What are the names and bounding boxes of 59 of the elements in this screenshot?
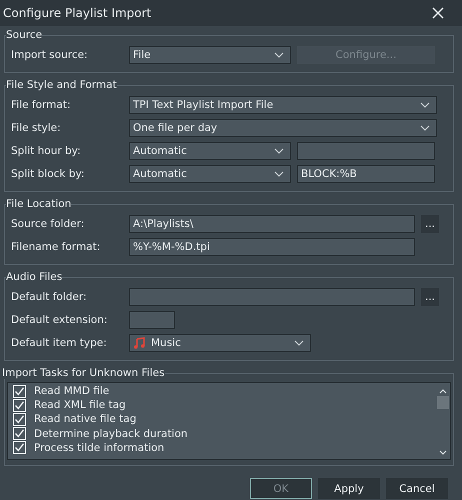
dropdown[interactable]: Music	[129, 334, 311, 352]
input-field[interactable]	[129, 288, 415, 306]
field-label: Split block by:	[11, 168, 86, 180]
field-label: Source folder:	[11, 218, 86, 230]
dropdown-value: Automatic	[133, 168, 188, 180]
group-title: File Style and Format	[6, 79, 117, 91]
task-item[interactable]: Process tilde information	[8, 440, 436, 455]
chevron-down-icon	[294, 340, 304, 346]
dropdown[interactable]: TPI Text Playlist Import File	[129, 96, 437, 114]
dialog-button[interactable]: Apply	[318, 478, 380, 499]
field-label: Import source:	[11, 48, 89, 60]
checkbox[interactable]	[13, 384, 26, 398]
browse-button[interactable]: ...	[421, 214, 439, 232]
input-field[interactable]: BLOCK:%B	[297, 164, 435, 182]
field-label: Filename format:	[11, 240, 102, 252]
task-item[interactable]: Read MMD file	[8, 384, 436, 398]
field-label: Split hour by:	[11, 144, 82, 156]
dropdown[interactable]: Automatic	[129, 164, 291, 182]
scroll-thumb[interactable]	[437, 396, 449, 409]
input-field[interactable]	[297, 142, 435, 160]
dropdown-value: One file per day	[133, 122, 218, 134]
chevron-down-icon	[274, 170, 284, 176]
music-note-icon	[133, 336, 145, 348]
dropdown[interactable]: File	[129, 46, 291, 64]
scroll-up-icon[interactable]	[439, 389, 447, 394]
field-label: File format:	[11, 98, 72, 110]
group-title: File Location	[6, 198, 72, 210]
scroll-down-icon[interactable]	[439, 450, 447, 455]
dropdown-value: Automatic	[133, 144, 188, 156]
dropdown-value: File	[133, 48, 152, 60]
task-item[interactable]: Read XML file tag	[8, 398, 436, 412]
chevron-down-icon	[420, 102, 430, 108]
dropdown-value: Music	[151, 336, 182, 348]
checkbox[interactable]	[13, 412, 26, 426]
field-label: File style:	[11, 122, 62, 134]
checkbox[interactable]	[13, 441, 26, 454]
close-icon[interactable]	[432, 7, 444, 19]
checkbox[interactable]	[13, 398, 26, 412]
chevron-down-icon	[274, 148, 284, 154]
dropdown[interactable]: Automatic	[129, 142, 291, 160]
chevron-down-icon	[274, 52, 284, 58]
dropdown-value: TPI Text Playlist Import File	[133, 98, 274, 110]
field-label: Default extension:	[11, 314, 108, 326]
group-title: Import Tasks for Unknown Files	[2, 367, 165, 379]
field-label: Default item type:	[11, 336, 108, 348]
window-title: Configure Playlist Import	[3, 6, 152, 20]
browse-button[interactable]: ...	[421, 288, 439, 306]
group-title: Audio Files	[6, 271, 62, 283]
task-item[interactable]: Read native file tag	[8, 412, 436, 427]
field-label: Default folder:	[11, 290, 88, 302]
dialog-button[interactable]: Cancel	[386, 478, 448, 499]
dropdown[interactable]: One file per day	[129, 118, 437, 136]
task-item[interactable]: Determine playback duration	[8, 426, 436, 441]
chevron-down-icon	[420, 124, 430, 130]
input-field[interactable]: %Y-%M-%D.tpi	[129, 238, 415, 256]
input-field[interactable]	[129, 310, 175, 328]
checkbox[interactable]	[13, 427, 26, 440]
group-title: Source	[6, 29, 42, 41]
input-field[interactable]: A:\Playlists\	[129, 214, 415, 232]
